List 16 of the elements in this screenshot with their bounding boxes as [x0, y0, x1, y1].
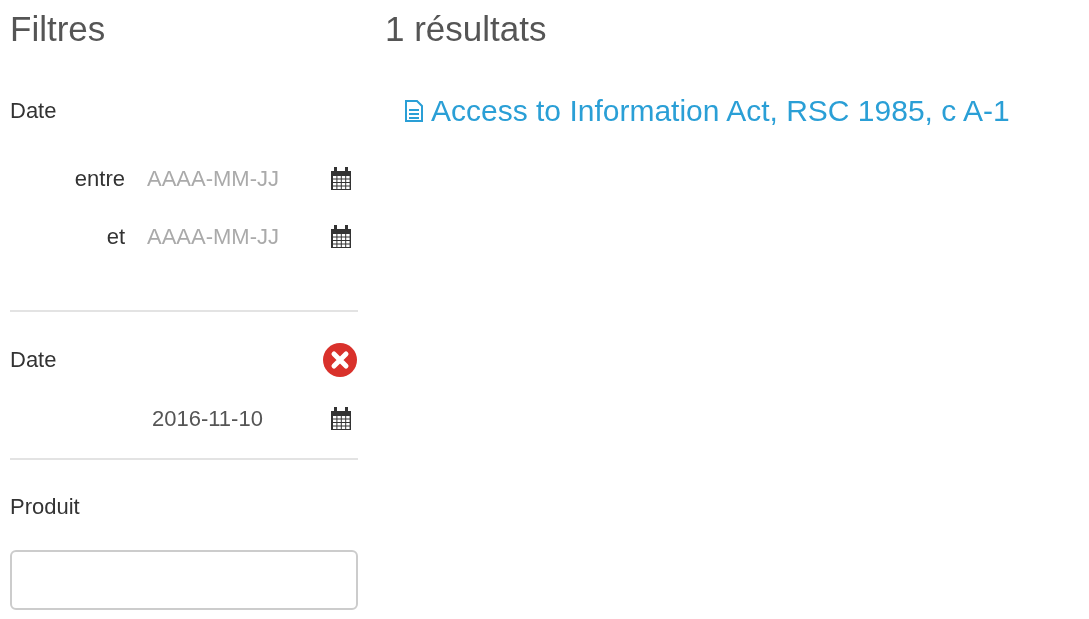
results-heading: 1 résultats: [385, 8, 548, 50]
calendar-icon[interactable]: [330, 167, 352, 191]
date-label: Date: [10, 98, 58, 124]
date-label: Date: [10, 347, 57, 373]
calendar-icon[interactable]: [330, 407, 352, 431]
product-label: Produit: [10, 494, 81, 520]
date-range-label: et: [105, 224, 125, 250]
filters-heading: Filtres: [10, 8, 107, 50]
date-input[interactable]: 2016-11-10: [152, 406, 292, 432]
date-input[interactable]: AAAA-MM-JJ: [147, 224, 307, 250]
clear-icon[interactable]: [322, 342, 358, 378]
date-input[interactable]: AAAA-MM-JJ: [147, 166, 307, 192]
product-input[interactable]: [10, 550, 358, 610]
document-icon: [405, 100, 423, 122]
date-range-label: entre: [73, 166, 125, 192]
calendar-icon[interactable]: [330, 225, 352, 249]
